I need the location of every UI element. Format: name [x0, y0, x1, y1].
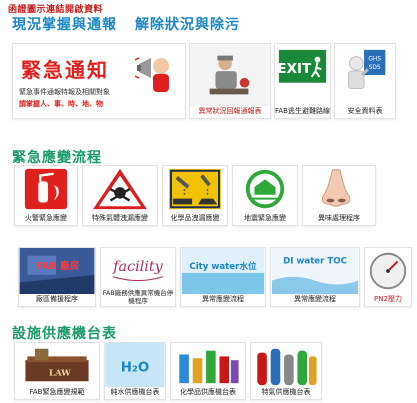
tile-label: 化學品洩漏應變: [170, 214, 220, 222]
tile-label: FAB逃生避難路線: [275, 107, 330, 115]
tile-label: 安全資料表: [347, 107, 383, 115]
svg-text:GHS: GHS: [368, 56, 381, 62]
tile-chemical-spill[interactable]: 化學品洩漏應變: [162, 165, 228, 226]
nose-icon: [303, 166, 375, 213]
pressure-gauge-icon: [365, 248, 411, 294]
facility-logo-icon: facility: [101, 248, 175, 294]
tile-fab-backup[interactable]: FAB 廠房 廠區備援程序: [18, 247, 96, 307]
tile-label: 地震緊急應變: [244, 214, 286, 222]
banner-title: 緊急通知: [21, 58, 109, 82]
exit-text: EXIT: [277, 61, 312, 77]
tile-di-water[interactable]: DI water TOC 異常應變流程: [270, 247, 360, 307]
art-text: H₂O: [121, 361, 149, 376]
link-clear-decon[interactable]: 解除狀況與除污: [135, 17, 240, 33]
law-book-icon: LAW: [15, 343, 99, 387]
fire-extinguisher-icon: [15, 166, 77, 213]
corrosive-hazard-icon: [163, 166, 227, 213]
tile-earthquake[interactable]: 地震緊急應變: [232, 165, 298, 226]
tile-label: 異味處理程序: [318, 214, 360, 222]
section-title-emergency-flow: 緊急應變流程: [12, 150, 102, 166]
tile-pn2-pressure[interactable]: PN2壓力: [364, 247, 412, 307]
tile-label: 特氣供應機台表: [261, 388, 311, 396]
tile-fab-emergency-rules[interactable]: LAW FAB緊急應變規範: [14, 342, 100, 400]
tile-safety-datasheet[interactable]: GHS SDS 安全資料表: [334, 43, 396, 119]
sds-document-icon: GHS SDS: [335, 44, 395, 106]
tile-facility-shutdown[interactable]: facility FAB廠務供應異常機台停機程序: [100, 247, 176, 307]
earthquake-icon: [233, 166, 297, 213]
svg-text:SDS: SDS: [369, 65, 381, 71]
tile-label: 特殊氣體洩漏應變: [92, 214, 148, 222]
banner-line-1: 緊急事件通報特報及相關對象: [19, 88, 110, 96]
art-text: City water水位: [189, 260, 257, 272]
gas-cylinders-icon: [251, 343, 321, 387]
tile-incident-report[interactable]: 異常狀況回報通報表: [189, 43, 271, 119]
tile-city-water[interactable]: City water水位 異常應變流程: [180, 247, 266, 307]
megaphone-icon: [133, 52, 179, 96]
tile-label: 異常應變流程: [202, 295, 244, 303]
tile-label: 純水供應機台表: [110, 388, 160, 396]
tile-label: PN2壓力: [374, 295, 402, 303]
chemical-bottles-icon: [171, 343, 245, 387]
tile-label: 化學品供應機台表: [180, 388, 236, 396]
art-text: DI water TOC: [283, 256, 347, 266]
tile-chemical-table[interactable]: 化學品供應機台表: [170, 342, 246, 400]
art-text: facility: [112, 259, 163, 275]
art-text: LAW: [49, 369, 71, 379]
tile-label: 異常狀況回報通報表: [198, 107, 262, 115]
section-title-supply-table: 設施供應機台表: [12, 326, 117, 342]
section-header-links: 現況掌握與通報 解除狀況與除污: [12, 14, 240, 34]
tile-label: FAB緊急應變規範: [29, 388, 85, 396]
fab-building-icon: FAB 廠房: [19, 248, 95, 294]
city-water-icon: City water水位: [181, 248, 265, 294]
tile-label: FAB廠務供應異常機台停機程序: [102, 289, 174, 305]
toxic-hazard-icon: [83, 166, 157, 213]
tile-special-gas[interactable]: 特殊氣體洩漏應變: [82, 165, 158, 226]
tile-label: 異常應變流程: [294, 295, 336, 303]
injured-worker-icon: [190, 44, 270, 106]
tile-special-gas-table[interactable]: 特氣供應機台表: [250, 342, 322, 400]
emergency-notice-banner[interactable]: 緊急通知 緊急事件通報特報及相關對象 請掌握人、事、時、地、物: [12, 43, 186, 119]
tile-odor-procedure[interactable]: 異味處理程序: [302, 165, 376, 226]
art-text: FAB 廠房: [37, 260, 80, 272]
tile-fire-response[interactable]: 火警緊急應變: [14, 165, 78, 226]
tile-pure-water-table[interactable]: H₂O 純水供應機台表: [104, 342, 166, 400]
di-water-icon: DI water TOC: [271, 248, 359, 294]
exit-sign-icon: EXIT: [275, 44, 330, 106]
tile-escape-route[interactable]: EXIT FAB逃生避難路線: [274, 43, 331, 119]
tile-label: 廠區備援程序: [36, 295, 78, 303]
tile-label: 火警緊急應變: [25, 214, 67, 222]
h2o-water-icon: H₂O: [105, 343, 165, 387]
banner-line-2: 請掌握人、事、時、地、物: [19, 100, 103, 108]
link-status-report[interactable]: 現況掌握與通報: [12, 17, 117, 33]
